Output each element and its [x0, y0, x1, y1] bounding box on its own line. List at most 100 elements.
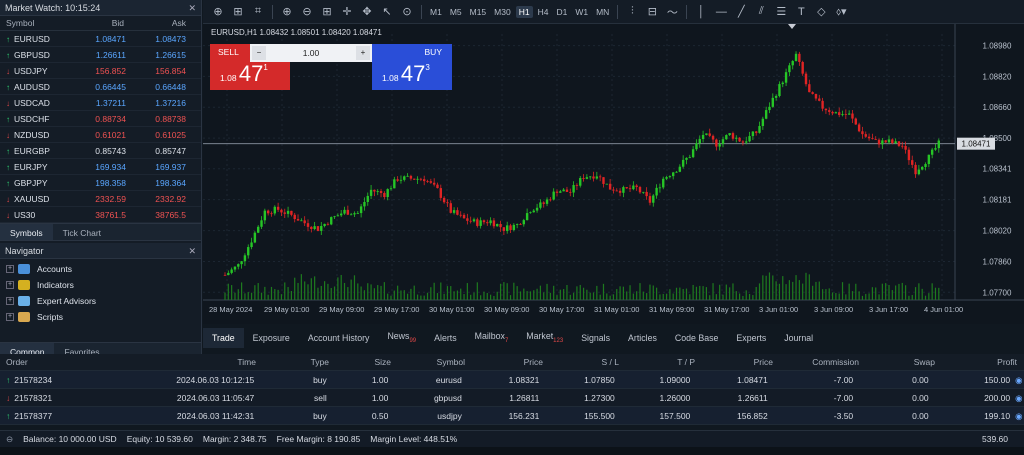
horizontal-line-icon[interactable]: — [712, 3, 730, 21]
volume-bar [436, 293, 439, 300]
tab-exposure[interactable]: Exposure [244, 328, 299, 348]
volume-input[interactable]: 1.00 [303, 48, 320, 58]
col-order[interactable]: Order [0, 354, 60, 370]
new-chart-icon[interactable]: ⊕ [209, 3, 227, 21]
tab-account-history[interactable]: Account History [299, 328, 379, 348]
channel-icon[interactable]: ⫽ [752, 3, 770, 21]
col-type[interactable]: Type [256, 354, 329, 370]
candle-body [542, 202, 545, 204]
table-row[interactable]: ↓ 21578321 2024.06.03 11:05:47 sell 1.00 gbpu… [0, 389, 1024, 407]
table-row[interactable]: ↑ 21578234 2024.06.03 10:12:15 buy 1.00 eurus… [0, 371, 1024, 389]
volume-bar [901, 282, 903, 300]
line-chart-icon[interactable]: 〜 [663, 3, 681, 21]
navigator-item[interactable]: + Scripts [0, 309, 201, 325]
market-watch-row[interactable]: ↑ AUDUSD 0.66445 0.66448 [0, 79, 201, 95]
chart-type-icon[interactable]: ⫶ [623, 3, 641, 21]
expand-icon[interactable]: + [6, 281, 14, 289]
arrow-tools-icon[interactable]: ◇ [812, 3, 830, 21]
market-watch-row[interactable]: ↑ EURUSD 1.08471 1.08473 [0, 31, 201, 47]
timeframe-m30[interactable]: M30 [491, 6, 514, 18]
col-profit[interactable]: Profit [935, 354, 1019, 370]
col-symbol[interactable]: Symbol [391, 354, 465, 370]
zoom-in-icon[interactable]: ⊕ [278, 3, 296, 21]
col-swap[interactable]: Swap [859, 354, 935, 370]
candlestick-icon[interactable]: ⊟ [643, 3, 661, 21]
close-icon[interactable]: ✕ [188, 243, 196, 259]
price-chart[interactable]: 1.08980 1.08820 1.08660 1.08500 1.08341 1.081… [203, 24, 1024, 324]
market-watch-row[interactable]: ↑ GBPJPY 198.358 198.364 [0, 175, 201, 191]
profiles-icon[interactable]: ⌗ [249, 3, 267, 21]
market-watch-row[interactable]: ↓ USDJPY 156.852 156.854 [0, 63, 201, 79]
price-axis-label: 1.08181 [983, 196, 1012, 205]
tab-symbols[interactable]: Symbols [0, 224, 53, 240]
indicator-icon[interactable]: ⊙ [398, 3, 416, 21]
col-symbol[interactable]: Symbol [0, 16, 72, 30]
close-icon[interactable]: ✕ [188, 0, 196, 16]
col-time[interactable]: Time [60, 354, 256, 370]
tab-mailbox[interactable]: Mailbox7 [466, 326, 518, 351]
tab-badge: 7 [504, 337, 509, 344]
timeframe-w1[interactable]: W1 [572, 6, 591, 18]
text-icon[interactable]: T [792, 3, 810, 21]
buy-button[interactable]: BUY 1.08 473 [372, 44, 452, 90]
close-position-icon[interactable]: ◉ [1012, 371, 1024, 388]
expand-icon[interactable]: + [6, 297, 14, 305]
templates-icon[interactable]: ⊞ [229, 3, 247, 21]
market-watch-row[interactable]: ↓ USDCAD 1.37211 1.37216 [0, 95, 201, 111]
col-tp[interactable]: T / P [619, 354, 695, 370]
col-size[interactable]: Size [329, 354, 391, 370]
tab-news[interactable]: News99 [378, 326, 425, 351]
fibonacci-icon[interactable]: ☰ [772, 3, 790, 21]
market-watch-row[interactable]: ↑ GBPUSD 1.26611 1.26615 [0, 47, 201, 63]
tab-signals[interactable]: Signals [572, 328, 619, 348]
navigator-item[interactable]: + Indicators [0, 277, 201, 293]
tab-tick-chart[interactable]: Tick Chart [53, 224, 111, 240]
tab-journal[interactable]: Journal [775, 328, 822, 348]
tab-trade[interactable]: Trade [203, 328, 244, 348]
market-watch-row[interactable]: ↑ EURJPY 169.934 169.937 [0, 159, 201, 175]
volume-bar [297, 282, 299, 300]
cursor-icon[interactable]: ↖ [378, 3, 396, 21]
close-position-icon[interactable]: ◉ [1012, 389, 1024, 406]
market-watch-row[interactable]: ↑ EURGBP 0.85743 0.85747 [0, 143, 201, 159]
tab-articles[interactable]: Articles [619, 328, 666, 348]
timeframe-m1[interactable]: M1 [427, 6, 445, 18]
timeframe-mn[interactable]: MN [593, 6, 612, 18]
col-ask[interactable]: Ask [124, 16, 186, 30]
expand-icon[interactable]: + [6, 265, 14, 273]
volume-minus-button[interactable]: − [252, 46, 266, 60]
timeframe-h1[interactable]: H1 [515, 5, 533, 18]
tab-alerts[interactable]: Alerts [425, 328, 466, 348]
market-watch-row[interactable]: ↓ NZDUSD 0.61021 0.61025 [0, 127, 201, 143]
timeframe-d1[interactable]: D1 [553, 6, 570, 18]
navigator-item[interactable]: + Accounts [0, 261, 201, 277]
market-watch-row[interactable]: ↓ US30 38761.5 38765.5 [0, 207, 201, 223]
candle-body [323, 223, 326, 227]
col-price[interactable]: Price [465, 354, 543, 370]
timeframe-m15[interactable]: M15 [467, 6, 490, 18]
trendline-icon[interactable]: ╱ [732, 3, 750, 21]
timeframe-h4[interactable]: H4 [535, 6, 552, 18]
table-row[interactable]: ↑ 21578377 2024.06.03 11:42:31 buy 0.50 usdjp… [0, 407, 1024, 425]
close-position-icon[interactable]: ◉ [1012, 407, 1024, 424]
market-watch-row[interactable]: ↓ XAUUSD 2332.59 2332.92 [0, 191, 201, 207]
shapes-icon[interactable]: ⬨▾ [832, 3, 850, 21]
tab-experts[interactable]: Experts [727, 328, 775, 348]
col-sl[interactable]: S / L [543, 354, 619, 370]
market-watch-row[interactable]: ↑ USDCHF 0.88734 0.88738 [0, 111, 201, 127]
col-current-price[interactable]: Price [695, 354, 773, 370]
volume-plus-button[interactable]: + [355, 46, 370, 60]
zoom-out-icon[interactable]: ⊖ [298, 3, 316, 21]
col-bid[interactable]: Bid [72, 16, 124, 30]
tab-market[interactable]: Market123 [517, 326, 572, 351]
timeframe-m5[interactable]: M5 [447, 6, 465, 18]
expand-icon[interactable]: + [6, 313, 14, 321]
crosshair-icon[interactable]: ✛ [338, 3, 356, 21]
tab-code-base[interactable]: Code Base [666, 328, 728, 348]
col-commission[interactable]: Commission [773, 354, 859, 370]
navigator-item[interactable]: + Expert Advisors [0, 293, 201, 309]
vertical-line-icon[interactable]: │ [692, 3, 710, 21]
move-icon[interactable]: ✥ [358, 3, 376, 21]
tile-icon[interactable]: ⊞ [318, 3, 336, 21]
volume-bar [805, 272, 807, 300]
